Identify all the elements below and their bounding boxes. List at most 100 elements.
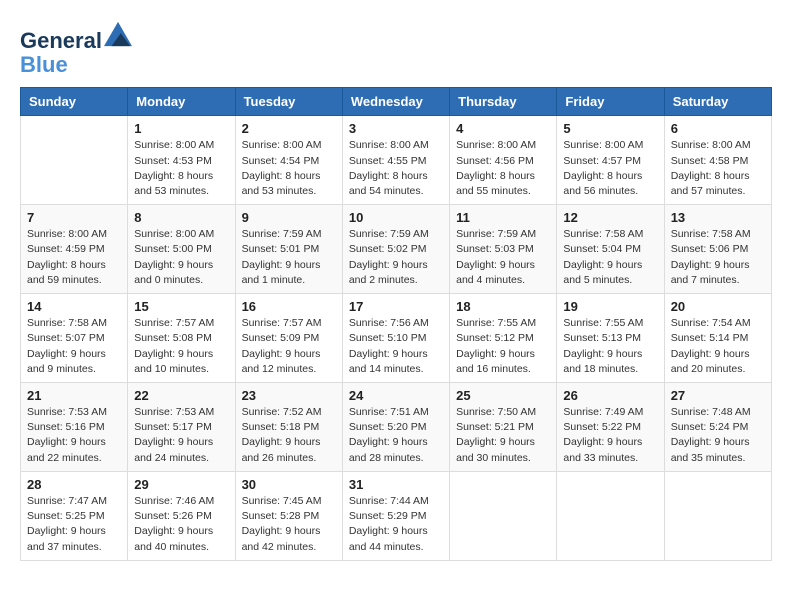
day-number: 29 xyxy=(134,477,228,492)
day-number: 7 xyxy=(27,210,121,225)
day-info: Sunrise: 7:56 AMSunset: 5:10 PMDaylight:… xyxy=(349,316,443,377)
day-info: Sunrise: 7:57 AMSunset: 5:08 PMDaylight:… xyxy=(134,316,228,377)
calendar-cell: 17 Sunrise: 7:56 AMSunset: 5:10 PMDayligh… xyxy=(342,294,449,383)
day-info: Sunrise: 7:57 AMSunset: 5:09 PMDaylight:… xyxy=(242,316,336,377)
logo: GeneralBlue xyxy=(20,20,132,77)
day-info: Sunrise: 7:58 AMSunset: 5:04 PMDaylight:… xyxy=(563,227,657,288)
week-row-1: 1 Sunrise: 8:00 AMSunset: 4:53 PMDaylight… xyxy=(21,116,772,205)
calendar-table: SundayMondayTuesdayWednesdayThursdayFrid… xyxy=(20,87,772,560)
day-info: Sunrise: 7:49 AMSunset: 5:22 PMDaylight:… xyxy=(563,405,657,466)
day-info: Sunrise: 7:55 AMSunset: 5:12 PMDaylight:… xyxy=(456,316,550,377)
calendar-cell: 27Sunrise: 7:48 AMSunset: 5:24 PMDayligh… xyxy=(664,383,771,472)
day-number: 27 xyxy=(671,388,765,403)
day-number: 5 xyxy=(563,121,657,136)
calendar-cell: 30 Sunrise: 7:45 AMSunset: 5:28 PMDayligh… xyxy=(235,471,342,560)
day-info: Sunrise: 7:59 AMSunset: 5:03 PMDaylight:… xyxy=(456,227,550,288)
calendar-cell: 26 Sunrise: 7:49 AMSunset: 5:22 PMDayligh… xyxy=(557,383,664,472)
day-info: Sunrise: 8:00 AMSunset: 4:55 PMDaylight:… xyxy=(349,138,443,199)
day-number: 12 xyxy=(563,210,657,225)
day-number: 19 xyxy=(563,299,657,314)
day-info: Sunrise: 8:00 AMSunset: 4:54 PMDaylight:… xyxy=(242,138,336,199)
calendar-cell: 3 Sunrise: 8:00 AMSunset: 4:55 PMDaylight… xyxy=(342,116,449,205)
calendar-cell xyxy=(557,471,664,560)
day-number: 8 xyxy=(134,210,228,225)
calendar-cell: 10 Sunrise: 7:59 AMSunset: 5:02 PMDayligh… xyxy=(342,205,449,294)
day-number: 25 xyxy=(456,388,550,403)
day-info: Sunrise: 7:45 AMSunset: 5:28 PMDaylight:… xyxy=(242,494,336,555)
day-info: Sunrise: 8:00 AMSunset: 4:56 PMDaylight:… xyxy=(456,138,550,199)
calendar-body: 1 Sunrise: 8:00 AMSunset: 4:53 PMDaylight… xyxy=(21,116,772,560)
day-number: 14 xyxy=(27,299,121,314)
col-header-saturday: Saturday xyxy=(664,88,771,116)
header-row: SundayMondayTuesdayWednesdayThursdayFrid… xyxy=(21,88,772,116)
week-row-2: 7 Sunrise: 8:00 AMSunset: 4:59 PMDaylight… xyxy=(21,205,772,294)
logo-blue: Blue xyxy=(20,52,68,77)
col-header-friday: Friday xyxy=(557,88,664,116)
day-info: Sunrise: 7:53 AMSunset: 5:16 PMDaylight:… xyxy=(27,405,121,466)
day-info: Sunrise: 8:00 AMSunset: 4:57 PMDaylight:… xyxy=(563,138,657,199)
logo-icon xyxy=(104,20,132,48)
calendar-cell: 11 Sunrise: 7:59 AMSunset: 5:03 PMDayligh… xyxy=(450,205,557,294)
day-info: Sunrise: 7:51 AMSunset: 5:20 PMDaylight:… xyxy=(349,405,443,466)
calendar-cell: 6Sunrise: 8:00 AMSunset: 4:58 PMDaylight… xyxy=(664,116,771,205)
day-number: 13 xyxy=(671,210,765,225)
day-number: 9 xyxy=(242,210,336,225)
day-number: 31 xyxy=(349,477,443,492)
day-info: Sunrise: 7:53 AMSunset: 5:17 PMDaylight:… xyxy=(134,405,228,466)
day-number: 1 xyxy=(134,121,228,136)
calendar-cell: 29Sunrise: 7:46 AMSunset: 5:26 PMDayligh… xyxy=(128,471,235,560)
calendar-cell: 4 Sunrise: 8:00 AMSunset: 4:56 PMDaylight… xyxy=(450,116,557,205)
day-number: 16 xyxy=(242,299,336,314)
calendar-cell: 16 Sunrise: 7:57 AMSunset: 5:09 PMDayligh… xyxy=(235,294,342,383)
week-row-3: 14 Sunrise: 7:58 AMSunset: 5:07 PMDayligh… xyxy=(21,294,772,383)
day-number: 23 xyxy=(242,388,336,403)
day-info: Sunrise: 7:47 AMSunset: 5:25 PMDaylight:… xyxy=(27,494,121,555)
calendar-header: SundayMondayTuesdayWednesdayThursdayFrid… xyxy=(21,88,772,116)
calendar-cell: 23 Sunrise: 7:52 AMSunset: 5:18 PMDayligh… xyxy=(235,383,342,472)
calendar-cell xyxy=(664,471,771,560)
day-number: 22 xyxy=(134,388,228,403)
col-header-tuesday: Tuesday xyxy=(235,88,342,116)
col-header-wednesday: Wednesday xyxy=(342,88,449,116)
col-header-sunday: Sunday xyxy=(21,88,128,116)
day-info: Sunrise: 7:58 AMSunset: 5:07 PMDaylight:… xyxy=(27,316,121,377)
day-info: Sunrise: 7:59 AMSunset: 5:01 PMDaylight:… xyxy=(242,227,336,288)
calendar-cell: 13 Sunrise: 7:58 AMSunset: 5:06 PMDayligh… xyxy=(664,205,771,294)
calendar-cell xyxy=(21,116,128,205)
page-header: GeneralBlue xyxy=(20,20,772,77)
day-info: Sunrise: 8:00 AMSunset: 4:53 PMDaylight:… xyxy=(134,138,228,199)
calendar-cell: 14 Sunrise: 7:58 AMSunset: 5:07 PMDayligh… xyxy=(21,294,128,383)
day-info: Sunrise: 7:50 AMSunset: 5:21 PMDaylight:… xyxy=(456,405,550,466)
calendar-cell: 15Sunrise: 7:57 AMSunset: 5:08 PMDayligh… xyxy=(128,294,235,383)
day-number: 18 xyxy=(456,299,550,314)
day-info: Sunrise: 7:58 AMSunset: 5:06 PMDaylight:… xyxy=(671,227,765,288)
calendar-cell: 8 Sunrise: 8:00 AMSunset: 5:00 PMDaylight… xyxy=(128,205,235,294)
week-row-4: 21Sunrise: 7:53 AMSunset: 5:16 PMDayligh… xyxy=(21,383,772,472)
calendar-cell: 31 Sunrise: 7:44 AMSunset: 5:29 PMDayligh… xyxy=(342,471,449,560)
logo-text: GeneralBlue xyxy=(20,20,132,77)
calendar-cell: 12 Sunrise: 7:58 AMSunset: 5:04 PMDayligh… xyxy=(557,205,664,294)
calendar-cell: 7 Sunrise: 8:00 AMSunset: 4:59 PMDaylight… xyxy=(21,205,128,294)
day-info: Sunrise: 7:59 AMSunset: 5:02 PMDaylight:… xyxy=(349,227,443,288)
calendar-cell: 25 Sunrise: 7:50 AMSunset: 5:21 PMDayligh… xyxy=(450,383,557,472)
day-info: Sunrise: 7:44 AMSunset: 5:29 PMDaylight:… xyxy=(349,494,443,555)
day-info: Sunrise: 7:55 AMSunset: 5:13 PMDaylight:… xyxy=(563,316,657,377)
day-number: 30 xyxy=(242,477,336,492)
day-info: Sunrise: 8:00 AMSunset: 5:00 PMDaylight:… xyxy=(134,227,228,288)
day-number: 4 xyxy=(456,121,550,136)
day-number: 28 xyxy=(27,477,121,492)
day-number: 11 xyxy=(456,210,550,225)
calendar-cell: 18 Sunrise: 7:55 AMSunset: 5:12 PMDayligh… xyxy=(450,294,557,383)
calendar-cell: 5 Sunrise: 8:00 AMSunset: 4:57 PMDaylight… xyxy=(557,116,664,205)
week-row-5: 28 Sunrise: 7:47 AMSunset: 5:25 PMDayligh… xyxy=(21,471,772,560)
day-number: 3 xyxy=(349,121,443,136)
day-info: Sunrise: 7:54 AMSunset: 5:14 PMDaylight:… xyxy=(671,316,765,377)
day-number: 2 xyxy=(242,121,336,136)
day-info: Sunrise: 7:52 AMSunset: 5:18 PMDaylight:… xyxy=(242,405,336,466)
day-info: Sunrise: 8:00 AMSunset: 4:59 PMDaylight:… xyxy=(27,227,121,288)
day-number: 17 xyxy=(349,299,443,314)
calendar-cell: 28 Sunrise: 7:47 AMSunset: 5:25 PMDayligh… xyxy=(21,471,128,560)
day-number: 6 xyxy=(671,121,765,136)
day-number: 10 xyxy=(349,210,443,225)
day-number: 26 xyxy=(563,388,657,403)
